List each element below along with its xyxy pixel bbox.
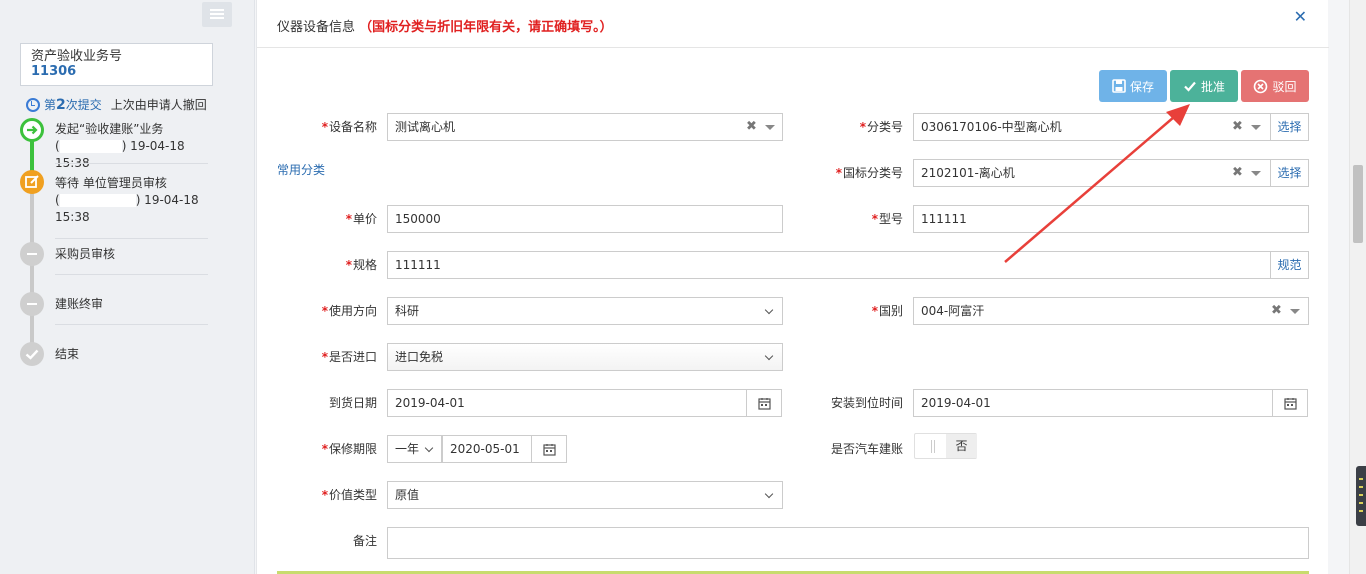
imported-select[interactable]: 进口免税 — [387, 343, 783, 371]
warranty-label: *保修期限 — [321, 442, 377, 456]
equipment-info-panel: 仪器设备信息 （国标分类与折旧年限有关，请正确填写。） ✕ 保存 批准 驳回 常… — [256, 0, 1329, 574]
check-circle-icon — [20, 342, 44, 366]
redacted-name — [59, 140, 122, 153]
save-button-label: 保存 — [1129, 79, 1154, 94]
reject-button[interactable]: 驳回 — [1241, 70, 1309, 102]
clear-icon[interactable]: ✖ — [1232, 160, 1243, 186]
gb-category-no-select[interactable]: 2102101-离心机 ✖ — [913, 159, 1271, 187]
gb-category-no-label: *国标分类号 — [835, 166, 903, 180]
business-number-label: 资产验收业务号 — [31, 49, 123, 64]
calendar-icon — [758, 398, 771, 410]
panel-header: 仪器设备信息 （国标分类与折旧年限有关，请正确填写。） ✕ — [257, 0, 1329, 48]
scrollbar-thumb[interactable] — [1353, 165, 1363, 243]
value-type-label: *价值类型 — [321, 488, 377, 502]
minus-circle-icon — [20, 242, 44, 266]
unit-price-input[interactable]: 150000 — [387, 205, 783, 233]
category-no-select[interactable]: 0306170106-中型离心机 ✖ — [913, 113, 1271, 141]
value-type-select[interactable]: 原值 — [387, 481, 783, 509]
calendar-icon — [1284, 398, 1297, 410]
warranty-period-select[interactable]: 一年 — [387, 435, 442, 463]
step-title: 采购员审核 — [55, 247, 116, 261]
floating-tool-widget[interactable] — [1356, 466, 1366, 526]
gb-category-choose-button[interactable]: 选择 — [1270, 159, 1309, 187]
submission-count: 第2次提交 — [44, 97, 102, 113]
submission-note: 上次由申请人撤回 — [110, 98, 207, 112]
usage-select[interactable]: 科研 — [387, 297, 783, 325]
edit-icon — [20, 170, 44, 194]
close-circle-icon — [1254, 79, 1268, 93]
caret-down-icon — [1251, 171, 1261, 176]
imported-label: *是否进口 — [321, 350, 377, 364]
car-account-toggle[interactable]: 否 — [914, 433, 977, 459]
common-category-link[interactable]: 常用分类 — [277, 161, 325, 178]
close-icon[interactable]: ✕ — [1294, 7, 1307, 26]
reject-button-label: 驳回 — [1272, 79, 1297, 94]
minus-circle-icon — [20, 292, 44, 316]
category-choose-button[interactable]: 选择 — [1270, 113, 1309, 141]
country-select[interactable]: 004-阿富汗 ✖ — [913, 297, 1309, 325]
clock-icon — [26, 97, 40, 112]
country-label: *国别 — [871, 304, 903, 318]
step-title: 发起“验收建账”业务 — [55, 122, 164, 136]
chevron-down-icon — [764, 489, 774, 499]
business-number-box: 资产验收业务号 11306 — [20, 43, 213, 86]
step-title: 结束 — [55, 347, 80, 361]
device-name-select[interactable]: 测试离心机 ✖ — [387, 113, 783, 141]
approve-button[interactable]: 批准 — [1170, 70, 1238, 102]
calendar-icon — [543, 444, 556, 456]
step-time: ) 19-04-18 — [135, 193, 199, 207]
checkmark-icon — [1184, 81, 1196, 92]
step-title: 等待 单位管理员审核 — [55, 176, 167, 190]
device-name-label: *设备名称 — [321, 120, 377, 134]
warranty-calendar-button[interactable] — [531, 435, 567, 463]
panel-warning: （国标分类与折旧年限有关，请正确填写。） — [359, 20, 613, 35]
save-button[interactable]: 保存 — [1099, 70, 1167, 102]
panel-title: 仪器设备信息 — [277, 20, 356, 35]
car-account-label: 是否汽车建账 — [830, 442, 903, 456]
spec-label: *规格 — [345, 258, 377, 272]
model-label: *型号 — [871, 212, 903, 226]
remark-label: 备注 — [352, 534, 377, 548]
arrow-right-circle-icon — [20, 118, 44, 142]
spec-standard-button[interactable]: 规范 — [1270, 251, 1309, 279]
arrival-date-input[interactable]: 2019-04-01 — [387, 389, 747, 417]
category-no-label: *分类号 — [859, 120, 903, 134]
clear-icon[interactable]: ✖ — [746, 114, 757, 140]
spec-input[interactable]: 111111 — [387, 251, 1271, 279]
submission-info: 第2次提交 上次由申请人撤回 — [26, 96, 207, 113]
hamburger-icon — [210, 9, 224, 11]
step-time-2: 15:38 — [55, 210, 90, 224]
workflow-sidebar: 资产验收业务号 11306 第2次提交 上次由申请人撤回 发起“验收建账”业务 … — [0, 0, 255, 574]
chevron-down-icon — [764, 305, 774, 315]
install-date-input[interactable]: 2019-04-01 — [913, 389, 1273, 417]
unit-price-label: *单价 — [345, 212, 377, 226]
toggle-state-label: 否 — [946, 434, 977, 458]
usage-label: *使用方向 — [321, 304, 377, 318]
arrival-date-label: 到货日期 — [328, 396, 377, 410]
caret-down-icon — [765, 125, 775, 130]
menu-toggle-button[interactable] — [202, 2, 232, 27]
toggle-handle — [931, 440, 935, 453]
install-date-label: 安装到位时间 — [830, 396, 903, 410]
warranty-date-input[interactable]: 2020-05-01 — [442, 435, 532, 463]
step-title: 建账终审 — [55, 297, 104, 311]
clear-icon[interactable]: ✖ — [1232, 114, 1243, 140]
caret-down-icon — [1251, 125, 1261, 130]
save-icon — [1112, 79, 1126, 93]
model-input[interactable]: 111111 — [913, 205, 1309, 233]
redacted-name — [59, 194, 136, 207]
timeline-line-pending — [30, 182, 34, 352]
clear-icon[interactable]: ✖ — [1271, 298, 1282, 324]
chevron-down-icon — [424, 443, 434, 453]
business-number-value: 11306 — [31, 64, 77, 79]
remark-input[interactable] — [387, 527, 1309, 559]
approve-button-label: 批准 — [1200, 79, 1225, 94]
install-date-calendar-button[interactable] — [1272, 389, 1308, 417]
arrival-date-calendar-button[interactable] — [746, 389, 782, 417]
chevron-down-icon — [764, 351, 774, 361]
caret-down-icon — [1290, 309, 1300, 314]
